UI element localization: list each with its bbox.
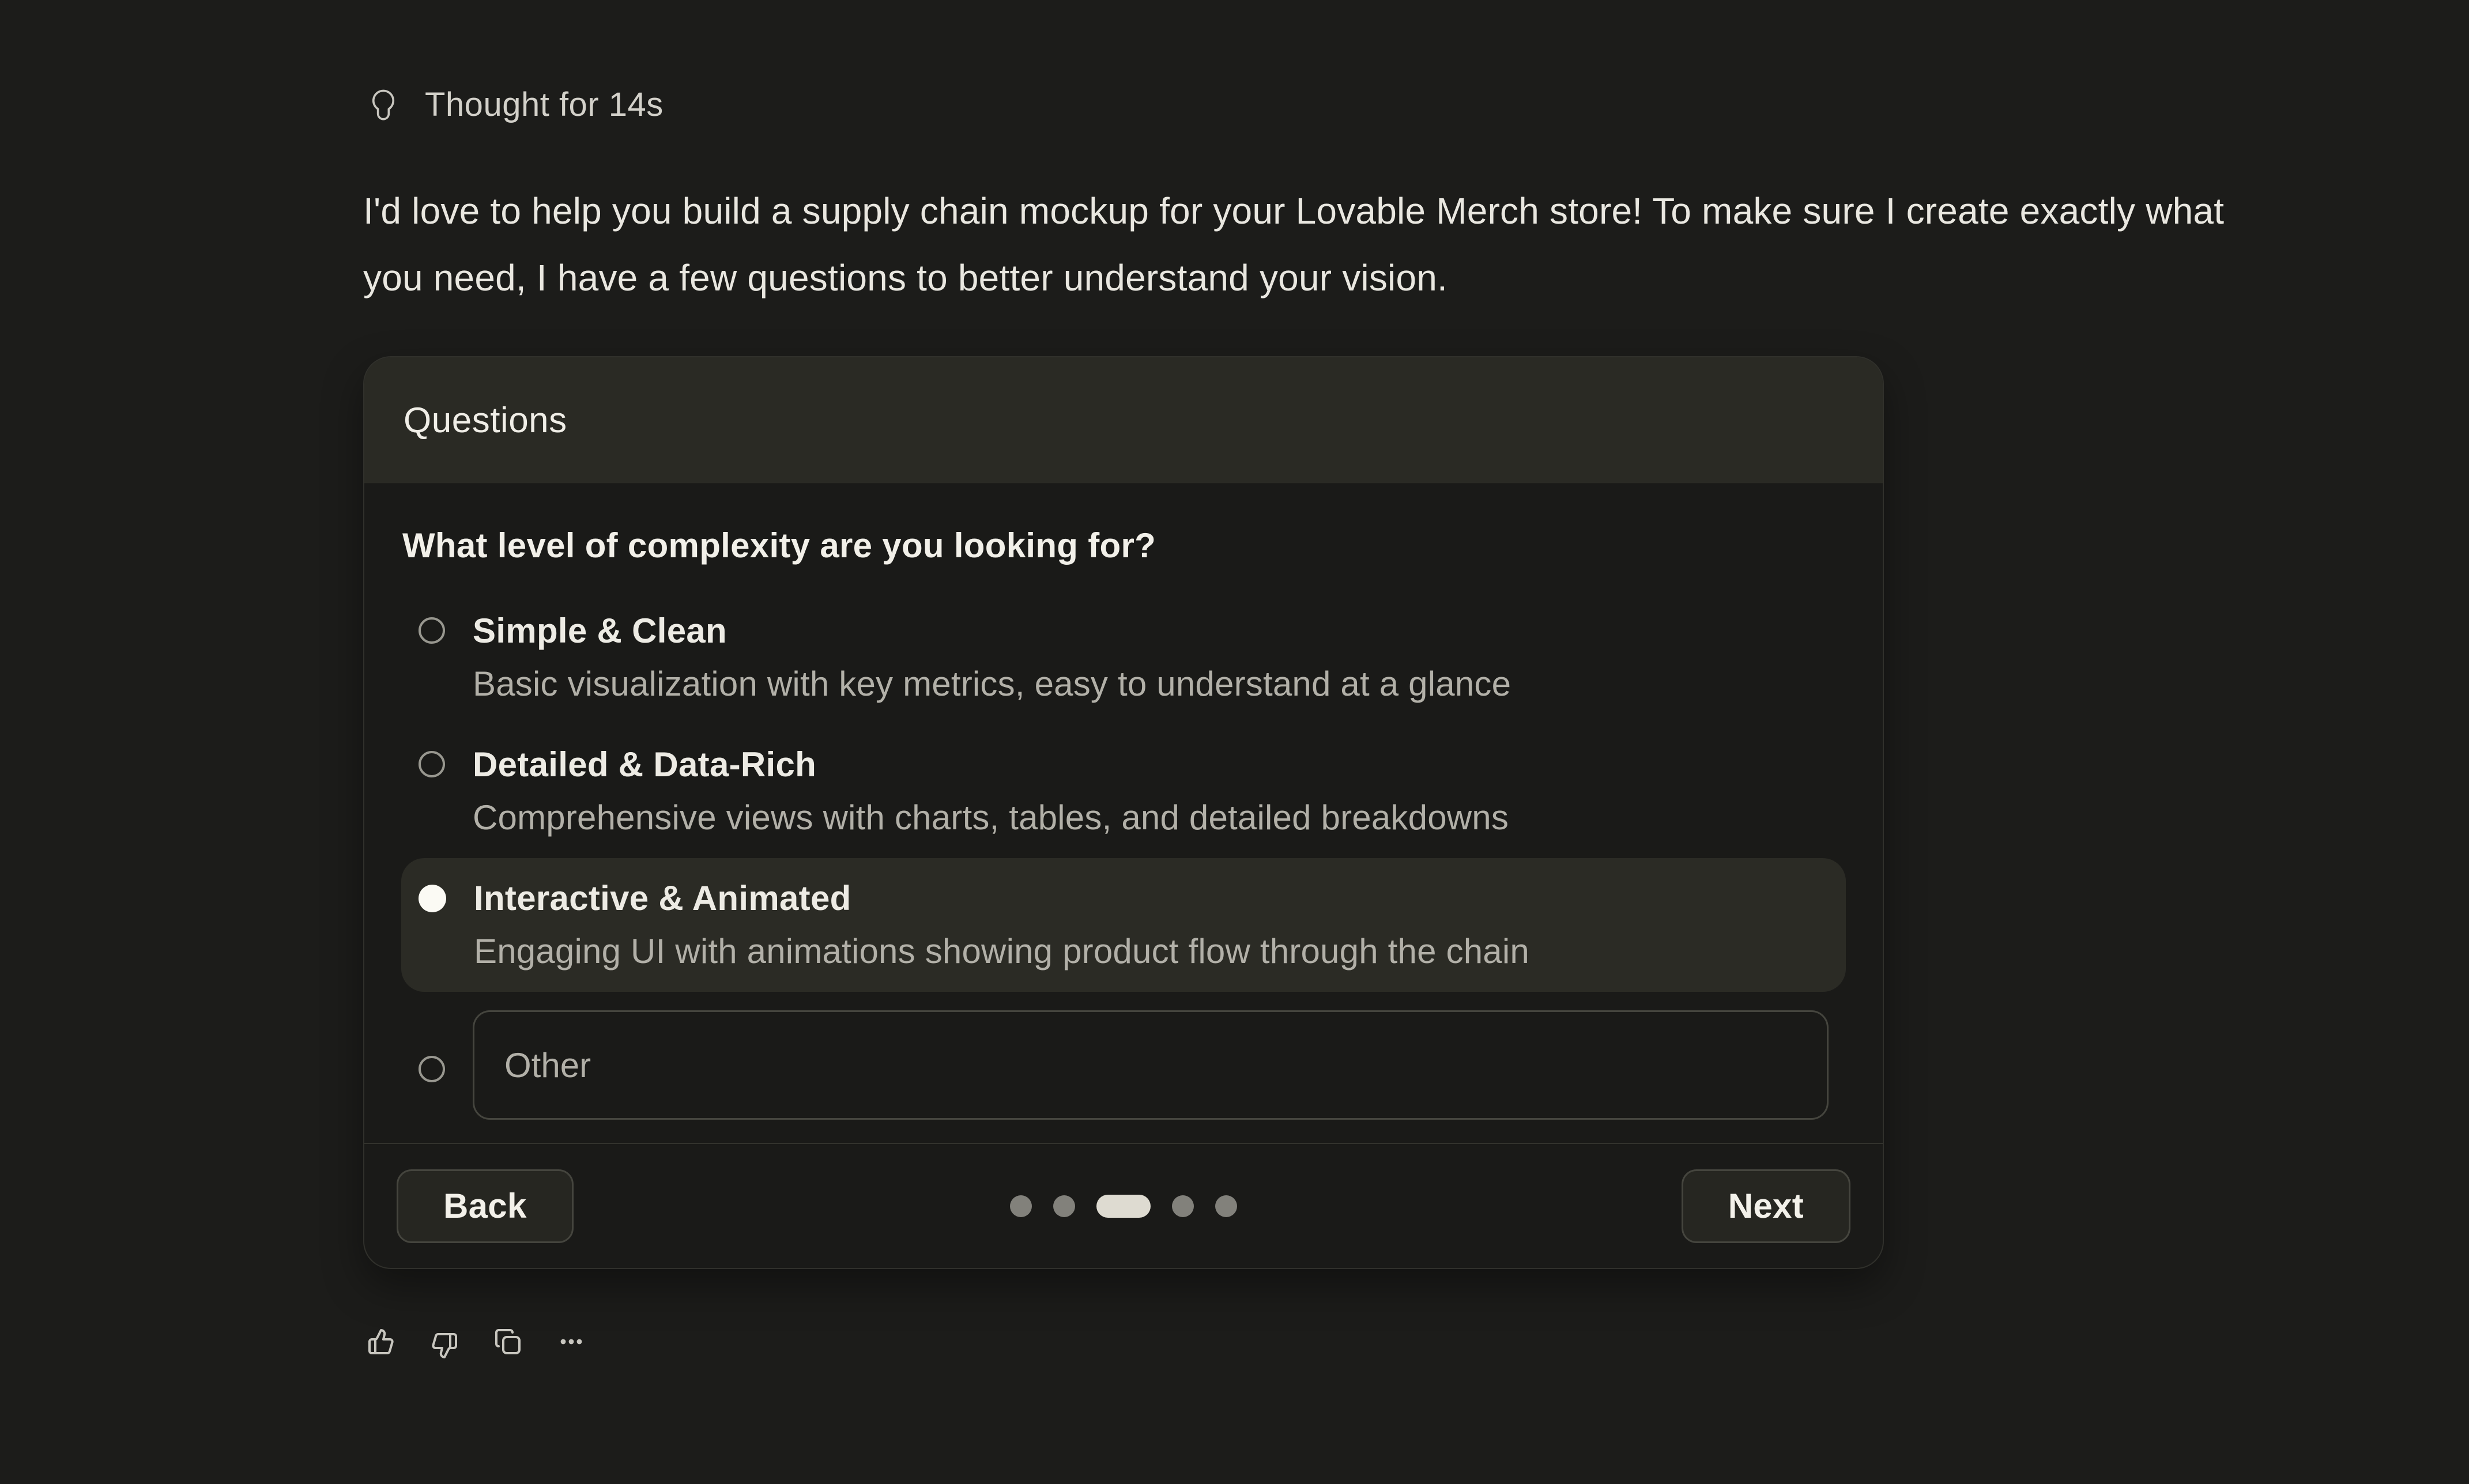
card-title: Questions: [404, 400, 567, 441]
radio-unselected-icon[interactable]: [419, 617, 445, 644]
questions-card-footer: Back Next: [364, 1143, 1883, 1268]
pagination-dot-4: [1172, 1195, 1194, 1217]
option-simple-clean[interactable]: Simple & Clean Basic visualization with …: [401, 591, 1846, 724]
thumbs-up-icon[interactable]: [367, 1324, 395, 1359]
questions-card-body: What level of complexity are you looking…: [364, 484, 1883, 1143]
pagination-dot-5: [1215, 1195, 1237, 1217]
pagination-dot-3-active: [1096, 1195, 1151, 1218]
option-label: Simple & Clean: [473, 609, 1511, 653]
copy-icon[interactable]: [494, 1324, 522, 1359]
pagination-dots: [1010, 1195, 1237, 1218]
option-detailed-data-rich[interactable]: Detailed & Data-Rich Comprehensive views…: [401, 724, 1846, 858]
thought-toggle[interactable]: Thought for 14s: [371, 85, 664, 124]
assistant-message: I'd love to help you build a supply chai…: [363, 178, 2237, 311]
option-description: Engaging UI with animations showing prod…: [474, 930, 1529, 973]
more-options-icon[interactable]: [557, 1324, 585, 1359]
option-interactive-animated[interactable]: Interactive & Animated Engaging UI with …: [401, 858, 1846, 992]
option-other[interactable]: [401, 992, 1846, 1137]
other-option-input[interactable]: [473, 1010, 1829, 1120]
option-label: Interactive & Animated: [474, 877, 1529, 920]
lightbulb-icon: [371, 86, 396, 123]
radio-unselected-icon[interactable]: [419, 751, 445, 777]
option-description: Comprehensive views with charts, tables,…: [473, 796, 1509, 840]
thumbs-down-icon[interactable]: [431, 1324, 458, 1359]
radio-unselected-icon[interactable]: [419, 1056, 445, 1082]
pagination-dot-2: [1053, 1195, 1075, 1217]
pagination-dot-1: [1010, 1195, 1032, 1217]
thought-label: Thought for 14s: [425, 85, 664, 124]
next-button[interactable]: Next: [1682, 1169, 1850, 1243]
message-actions: [367, 1324, 585, 1359]
option-description: Basic visualization with key metrics, ea…: [473, 662, 1511, 706]
questions-card-header: Questions: [364, 357, 1883, 484]
questions-card: Questions What level of complexity are y…: [363, 356, 1884, 1269]
question-text: What level of complexity are you looking…: [402, 524, 1846, 568]
back-button[interactable]: Back: [397, 1169, 574, 1243]
radio-selected-icon[interactable]: [419, 885, 446, 912]
option-label: Detailed & Data-Rich: [473, 743, 1509, 787]
